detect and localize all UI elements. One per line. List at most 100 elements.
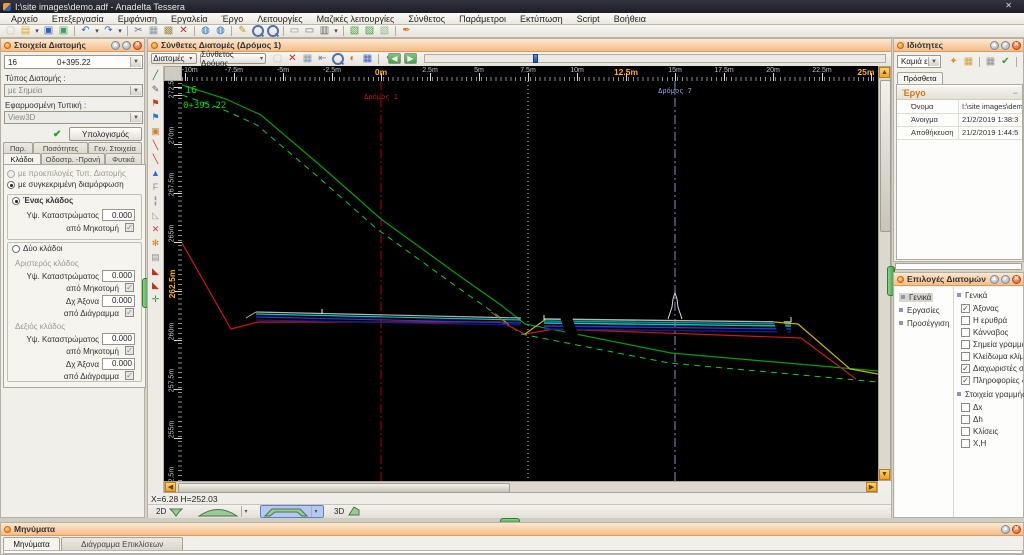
help-grid-icon[interactable]: ▦ bbox=[360, 53, 375, 65]
copy-props-icon[interactable]: ▦ bbox=[961, 56, 976, 68]
section-data-panel-header[interactable]: Στοιχεία Διατομής ▴ ▪ ✕ bbox=[1, 39, 144, 52]
chevron-down-icon[interactable]: ▾ bbox=[241, 506, 250, 517]
float-button[interactable]: ▪ bbox=[1001, 41, 1010, 50]
menu-item-Εργαλεία[interactable]: Εργαλεία bbox=[164, 14, 215, 24]
pencil-icon[interactable]: ✎ bbox=[235, 25, 250, 37]
numeric-field[interactable]: 0.000 bbox=[102, 294, 135, 307]
property-row[interactable]: Αποθήκευση 21/2/2019 1:44:5 bbox=[897, 126, 1022, 140]
window-cascade-icon[interactable]: ▨ bbox=[362, 25, 377, 37]
view-3d-button[interactable]: 3D bbox=[330, 505, 365, 518]
quick-filter-field[interactable] bbox=[895, 263, 1022, 270]
menu-item-Παράμετροι[interactable]: Παράμετροι bbox=[452, 14, 513, 24]
rollup-button[interactable]: ▴ bbox=[111, 41, 120, 50]
rollup-button[interactable]: ▴ bbox=[990, 275, 999, 284]
messages-tab-Διάγραμμα Επικλίσεων[interactable]: Διάγραμμα Επικλίσεων bbox=[61, 537, 184, 550]
scroll-left-icon[interactable]: ◀ bbox=[165, 482, 176, 492]
option-checkbox[interactable] bbox=[961, 316, 970, 325]
save-project-icon[interactable]: ▣ bbox=[56, 25, 71, 37]
prev-entity-icon[interactable]: ◍ bbox=[198, 25, 213, 37]
typical-combo[interactable]: View3D ▼ bbox=[4, 111, 143, 124]
close-panel-button[interactable]: ✕ bbox=[133, 41, 142, 50]
edit-points-icon[interactable]: ✎ bbox=[149, 82, 162, 96]
window-tile-icon[interactable]: ▧ bbox=[347, 25, 362, 37]
scroll-right-icon[interactable]: ▶ bbox=[866, 482, 877, 492]
option-checkbox[interactable] bbox=[961, 340, 970, 349]
selection-filter-combo[interactable]: Καμιά επ ▼ bbox=[897, 55, 941, 68]
next-section-button[interactable]: ▶ bbox=[404, 53, 417, 64]
option-checkbox[interactable] bbox=[961, 439, 970, 448]
option-checkbox[interactable]: ✓ bbox=[961, 304, 970, 313]
messages-tab-Μηνύματα[interactable]: Μηνύματα bbox=[3, 537, 61, 550]
zoom-icon[interactable] bbox=[250, 25, 265, 37]
letter-f-icon[interactable]: F bbox=[149, 180, 162, 194]
embankment-icon[interactable]: ◣ bbox=[149, 264, 162, 278]
draw-line-icon[interactable]: ╱ bbox=[149, 68, 162, 82]
numeric-field[interactable]: 0.000 bbox=[102, 209, 135, 221]
section-options-panel-header[interactable]: Επιλογές Διατομών ▴ ▪ ✕ bbox=[894, 273, 1023, 286]
checkbox[interactable]: ✓ bbox=[125, 308, 134, 318]
radio-one-branch[interactable] bbox=[12, 197, 20, 205]
collapse-icon[interactable]: − bbox=[1013, 88, 1018, 98]
undo-icon[interactable]: ↶ bbox=[78, 25, 93, 37]
checkbox[interactable]: ✓ bbox=[125, 283, 134, 293]
chevron-down-icon[interactable]: ▼ bbox=[130, 86, 141, 95]
level-mark-icon[interactable]: ▲ bbox=[149, 166, 162, 180]
numeric-field[interactable]: 0.000 bbox=[102, 332, 135, 345]
redo-icon[interactable]: ↷ bbox=[101, 25, 116, 37]
zoom-special-icon[interactable] bbox=[265, 25, 280, 37]
view-2d-button[interactable]: 2D bbox=[152, 505, 187, 518]
menu-item-Αρχείο[interactable]: Αρχείο bbox=[4, 14, 45, 24]
open-folder-icon[interactable]: ▤ bbox=[18, 25, 33, 37]
terrain-view-button[interactable]: ▾ bbox=[194, 505, 254, 518]
tab-extras[interactable]: Πρόσθετα bbox=[897, 72, 943, 84]
scroll-up-icon[interactable]: ▲ bbox=[879, 67, 890, 78]
checkbox[interactable]: ✓ bbox=[125, 346, 134, 356]
close-panel-button[interactable]: ✕ bbox=[1012, 41, 1021, 50]
delete-icon[interactable]: ✕ bbox=[176, 25, 191, 37]
road-section-view-button[interactable]: ▾ bbox=[260, 505, 324, 518]
angle-icon[interactable]: ◺ bbox=[149, 208, 162, 222]
zoom-section-icon[interactable] bbox=[330, 53, 345, 65]
page-icon[interactable]: ▭ bbox=[287, 25, 302, 37]
filter-check-icon[interactable]: ✔ bbox=[998, 56, 1013, 68]
option-checkbox[interactable] bbox=[961, 403, 970, 412]
vscroll-thumb[interactable] bbox=[880, 80, 891, 232]
properties-panel-header[interactable]: Ιδιότητες ▴ ▪ ✕ bbox=[894, 39, 1023, 52]
caret-down-icon[interactable]: ▾ bbox=[116, 25, 124, 37]
rollup-button[interactable]: ▴ bbox=[990, 41, 999, 50]
slope-line-alt-icon[interactable]: ╲ bbox=[149, 152, 162, 166]
save-icon[interactable]: ▣ bbox=[41, 25, 56, 37]
radio-typical-defaults[interactable] bbox=[7, 170, 15, 178]
station-slider-thumb[interactable] bbox=[533, 54, 538, 63]
radio-custom-config[interactable] bbox=[7, 181, 15, 189]
scroll-down-icon[interactable]: ▼ bbox=[879, 469, 890, 480]
tree-item-Προσέγγιση[interactable]: Προσέγγιση bbox=[899, 319, 949, 328]
composite-road-dropdown[interactable]: Σύνθετος Δρόμος ▾ bbox=[200, 50, 266, 68]
section-type-combo[interactable]: με Σημεία ▼ bbox=[4, 84, 143, 97]
radio-two-branches[interactable] bbox=[12, 245, 20, 253]
menu-item-Μαζικές λειτουργίες[interactable]: Μαζικές λειτουργίες bbox=[310, 14, 402, 24]
grid-icon[interactable]: ▦ bbox=[983, 56, 998, 68]
float-button[interactable]: ▪ bbox=[122, 41, 131, 50]
window-close-button[interactable]: ✕ bbox=[1005, 1, 1018, 10]
menu-item-Λειτουργίες[interactable]: Λειτουργίες bbox=[250, 14, 309, 24]
option-checkbox[interactable] bbox=[961, 352, 970, 361]
new-file-icon[interactable]: ▢ bbox=[3, 25, 18, 37]
numeric-field[interactable]: 0.000 bbox=[102, 269, 135, 282]
property-row[interactable]: Όνομα I:\site images\dem bbox=[897, 100, 1022, 114]
cross-sections-window-header[interactable]: Σύνθετες Διατομές (Δρόμος 1) bbox=[148, 39, 891, 52]
chevron-down-icon[interactable]: ▼ bbox=[130, 113, 141, 122]
chevron-down-icon[interactable]: ▼ bbox=[928, 57, 939, 66]
layout-columns-icon[interactable]: ▥ bbox=[317, 25, 332, 37]
section-selector-combo[interactable]: 16 0+395.22 ▼ bbox=[4, 55, 143, 69]
menu-item-Βοήθεια[interactable]: Βοήθεια bbox=[607, 14, 653, 24]
tree-item-Εργασίες[interactable]: Εργασίες bbox=[899, 306, 940, 315]
option-checkbox[interactable] bbox=[961, 415, 970, 424]
messages-panel-header[interactable]: Μηνύματα ▴ ✕ bbox=[1, 523, 1023, 536]
menu-item-Έργο[interactable]: Έργο bbox=[215, 14, 251, 24]
new-section-icon[interactable]: ▢ bbox=[270, 53, 285, 65]
close-panel-button[interactable]: ✕ bbox=[1012, 275, 1021, 284]
style-brush-icon[interactable]: ✒ bbox=[399, 25, 414, 37]
hscroll-thumb[interactable] bbox=[178, 483, 510, 493]
project-group-header[interactable]: Έργο − bbox=[897, 87, 1022, 100]
